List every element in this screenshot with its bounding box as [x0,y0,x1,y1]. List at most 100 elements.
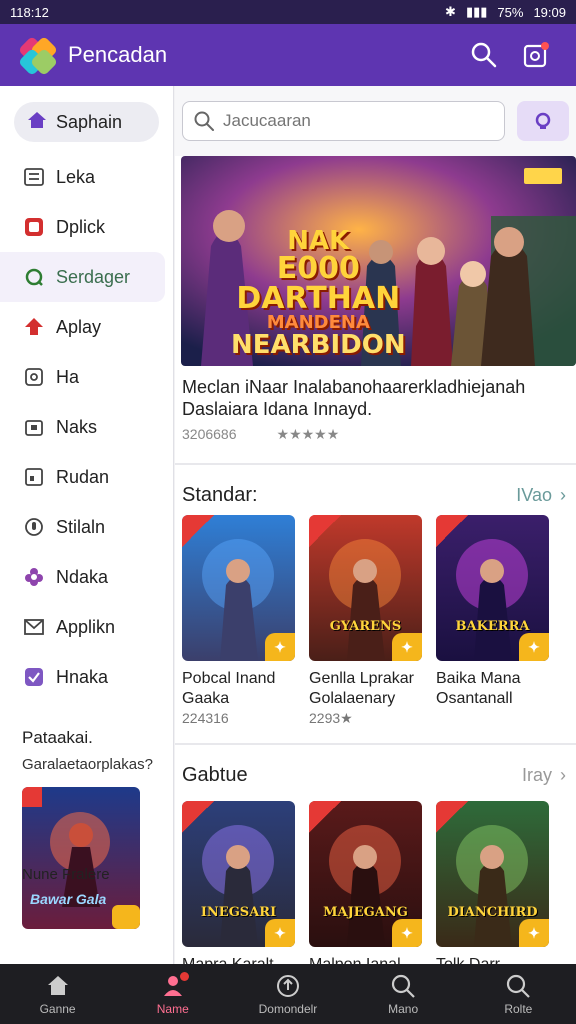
sidebar-item-label: Leka [56,166,96,187]
ribbon-icon [436,801,468,833]
nav-item-label: Name [156,1002,189,1016]
badge-icon: ✦ [265,633,295,661]
app-card-thumbnail: MAJEGANG ✦ [309,801,422,947]
grid-icon [22,465,46,489]
ribbon-icon [182,801,214,833]
banner-title: NAK E000 DARTHAN MANDENA NEARBIDON [231,226,406,360]
app-logo-icon [17,35,59,77]
nav-item-label: Mano [388,1002,419,1016]
sidebar-item[interactable]: Stilaln [0,502,173,552]
nav-item[interactable]: Rolte [473,972,563,1016]
sidebar-item-label: Naks [56,416,98,437]
nav-item[interactable]: Ganne [13,972,103,1016]
search-input[interactable] [223,111,463,131]
sidebar: Saphain Leka Dplick Serdager Aplay Ha Naks Rud… [0,86,174,964]
sidebar-home-label: Saphain [56,111,123,132]
sidebar-item-label: Dplick [56,216,106,237]
sidebar-item[interactable]: Serdager [0,252,165,302]
app-card-name: Baika Mana Osantanall [436,670,521,707]
sidebar-list: Leka Dplick Serdager Aplay Ha Naks Rudan Stilal… [0,152,173,702]
app-card-poster-title: MAJEGANG [323,905,408,920]
sidebar-item-label: Rudan [56,466,110,487]
section-title: Gabtue [182,763,248,786]
sidebar-section-subtitle: Garalaetaorplakas? [22,756,153,773]
badge-icon: ✦ [519,633,549,661]
app-card[interactable]: MAJEGANG✦ Malpon Ianal [309,801,422,964]
sidebar-item[interactable]: Dplick [0,202,173,252]
app-card-thumbnail: BAKERRA ✦ [436,515,549,661]
signal-icon: ▮▮▮ [465,4,488,19]
notifications-icon[interactable] [516,35,556,75]
mail-icon [22,615,46,639]
voice-search-button[interactable] [517,101,569,141]
app-card[interactable]: INEGSARI✦ Mapra Karalt [182,801,295,964]
search-box[interactable] [182,101,505,141]
download-icon [274,972,302,1000]
see-more-link[interactable]: IVao › [516,485,566,506]
featured-banner[interactable]: NAK E000 DARTHAN MANDENA NEARBIDON [181,156,576,366]
ribbon-icon [309,801,341,833]
nav-item[interactable]: Mano [358,972,448,1016]
app-title: Pencadan [68,42,168,67]
app-card-meta: 224316 [182,710,229,726]
nav-item[interactable]: Domondelr [243,972,333,1016]
sidebar-item-label: Serdager [56,266,131,287]
section-gabtue-cards: INEGSARI✦Mapra KaraltMAJEGANG✦Malpon Ian… [175,801,576,964]
status-time: 118:12 [10,4,49,20]
ribbon-icon [436,515,468,547]
check-icon [22,665,46,689]
app-card-thumbnail: DIANCHIRD ✦ [436,801,549,947]
app-card-poster-title: INEGSARI [200,905,277,920]
badge-icon: ✦ [392,633,422,661]
sidebar-section-title: Pataakai. [22,728,93,747]
sidebar-item[interactable]: Ndaka [0,552,173,602]
app-card-name: Pobcal Inand Gaaka [182,670,276,707]
featured-downloads: 3206686 [182,426,237,442]
app-card[interactable]: GYARENS ✦ Genlla Lprakar Golalaenary 2293★ [309,515,422,727]
main-content: NAK E000 DARTHAN MANDENA NEARBIDON Mecla… [175,86,576,964]
chevron-right-icon: › [560,484,566,505]
app-card-thumbnail: GYARENS ✦ [309,515,422,661]
featured-rating: ★★★★★ [276,426,340,442]
section-standard-cards: ✦ Pobcal Inand Gaaka 224316 GYARENS ✦ Genlla … [175,515,576,727]
nav-item[interactable]: Name [128,972,218,1016]
sidebar-item[interactable]: Naks [0,402,173,452]
sidebar-item[interactable]: Ha [0,352,173,402]
sidebar-item-label: Hnaka [56,666,109,687]
sidebar-home[interactable]: Saphain [14,102,159,142]
tag-icon [22,365,46,389]
search-icon [504,972,532,1000]
home-icon [44,972,72,1000]
featured-meta: 3206686 ★★★★★ [182,426,576,443]
divider [175,463,576,465]
promo-text: Bawar Gala [30,891,107,907]
app-card[interactable]: DIANCHIRD✦ Tolk Darr [436,801,549,964]
mic-icon [22,515,46,539]
sidebar-item[interactable]: Hnaka [0,652,173,702]
nav-item-label: Domondelr [258,1002,318,1016]
app-card-name: Tolk Darr [436,955,549,964]
app-card-thumbnail: ✦ [182,515,295,661]
ribbon-icon [182,515,214,547]
sidebar-item[interactable]: Rudan [0,452,173,502]
sidebar-promo-image[interactable]: Bawar Gala [22,787,140,929]
banner-badge [524,168,562,184]
flower-icon [22,565,46,589]
section-standard-header: Standar: IVao › [175,475,576,515]
app-card-poster-title: GYARENS [329,619,402,634]
bag-icon [22,415,46,439]
app-card-name: Genlla Lprakar Golalaenary [309,670,414,707]
play-icon [22,315,46,339]
sidebar-item-label: Stilaln [56,516,106,537]
sidebar-promo-title: Nune Fralere [22,866,110,883]
see-more-link[interactable]: Iray › [522,765,566,786]
app-card-poster-title: BAKERRA [455,619,530,634]
sidebar-item-label: Aplay [56,316,102,337]
sidebar-item[interactable]: Applikn [0,602,173,652]
app-card[interactable]: BAKERRA ✦ Baika Mana Osantanall [436,515,549,727]
search-icon [389,972,417,1000]
app-card[interactable]: ✦ Pobcal Inand Gaaka 224316 [182,515,295,727]
sidebar-item[interactable]: Leka [0,152,173,202]
search-icon[interactable] [464,35,504,75]
sidebar-item[interactable]: Aplay [0,302,173,352]
